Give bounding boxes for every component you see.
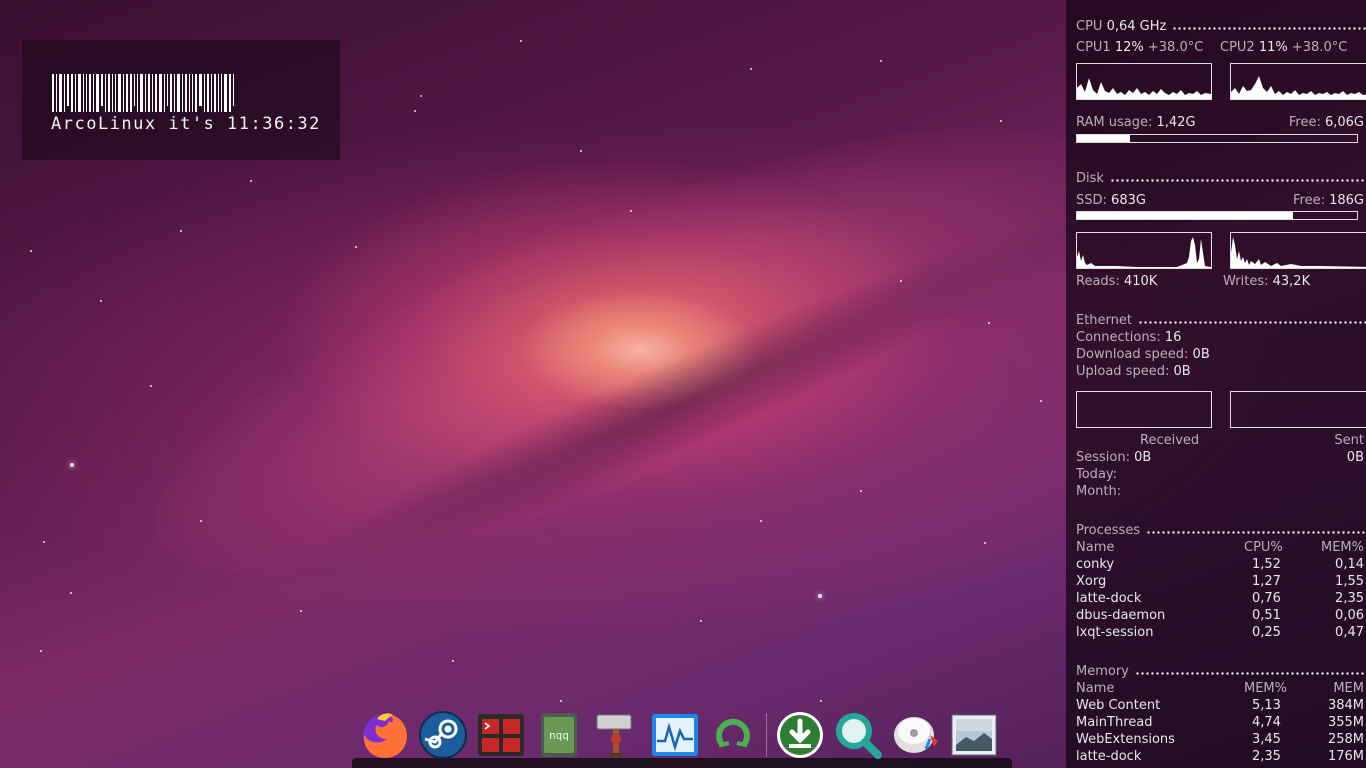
ssd-usage-bar: [1076, 211, 1358, 220]
memory-header: Name MEM% MEM: [1076, 681, 1364, 696]
process-cpu: 0,51: [1252, 608, 1281, 623]
cpu2-graph: [1230, 63, 1366, 100]
ssd-used: 683G: [1111, 193, 1146, 208]
memory-process-name: MainThread: [1076, 715, 1153, 730]
memory-amount: 355M: [1327, 715, 1364, 730]
cpu2-usage: 11%: [1258, 40, 1288, 55]
clock-text: ArcoLinux it's 11:36:32: [51, 114, 321, 134]
process-name: latte-dock: [1076, 591, 1142, 606]
processes-section-title: Processes: [1076, 523, 1366, 539]
session-row: Session: 0B 0B: [1076, 450, 1364, 465]
memory-row: Web Content 5,13 384M: [1076, 698, 1366, 714]
dock-separator: [766, 713, 767, 757]
today-row: Today:: [1076, 467, 1118, 482]
disk-read-graph: [1076, 232, 1212, 269]
memory-amount: 258M: [1327, 732, 1364, 747]
latte-dock: nqq: [356, 702, 1003, 768]
process-row: lxqt-session 0,25 0,47: [1076, 625, 1366, 641]
download-manager-icon[interactable]: [774, 709, 826, 761]
memory-row: MainThread 4,74 355M: [1076, 715, 1366, 731]
disk-writes: 43,2K: [1272, 274, 1311, 289]
ethernet-section-title: Ethernet: [1076, 313, 1366, 329]
memory-process-name: latte-dock: [1076, 749, 1142, 764]
memory-row: latte-dock 2,35 176M: [1076, 749, 1366, 765]
session-sent: 0B: [1346, 450, 1364, 465]
process-name: dbus-daemon: [1076, 608, 1166, 623]
processes-header: Name CPU% MEM%: [1076, 540, 1364, 555]
hammer-tool-icon[interactable]: [591, 709, 643, 761]
process-mem: 0,06: [1335, 608, 1364, 623]
disk-io-row: Reads: 410K Writes: 43,2K: [1076, 274, 1311, 289]
process-row: conky 1,52 0,14: [1076, 557, 1366, 573]
session-received: 0B: [1134, 450, 1152, 465]
process-name: lxqt-session: [1076, 625, 1154, 640]
terminal-manager-icon[interactable]: [475, 709, 527, 761]
process-name: conky: [1076, 557, 1115, 572]
process-row: dbus-daemon 0,51 0,06: [1076, 608, 1366, 624]
month-row: Month:: [1076, 484, 1122, 499]
memory-percent: 3,45: [1252, 732, 1281, 747]
download-speed: 0B: [1192, 347, 1210, 362]
process-mem: 1,55: [1335, 574, 1364, 589]
memory-percent: 4,74: [1252, 715, 1281, 730]
process-mem: 2,35: [1335, 591, 1364, 606]
process-cpu: 0,76: [1252, 591, 1281, 606]
connections-count: 16: [1164, 330, 1182, 345]
disk-write-graph: [1230, 232, 1366, 269]
cpu1-temp: +38.0°C: [1147, 40, 1204, 55]
memory-amount: 384M: [1327, 698, 1364, 713]
memory-amount: 176M: [1327, 749, 1364, 764]
cpu-section-title: CPU 0,64 GHz: [1076, 19, 1366, 35]
cpu1-usage: 12%: [1114, 40, 1144, 55]
memory-row: WebExtensions 3,45 258M: [1076, 732, 1366, 748]
search-app-icon[interactable]: [832, 709, 884, 761]
cpu-frequency: 0,64 GHz: [1106, 19, 1167, 34]
upload-speed-row: Upload speed: 0B: [1076, 364, 1191, 379]
ram-free: 6,06G: [1324, 115, 1364, 130]
process-cpu: 0,25: [1252, 625, 1281, 640]
ssd-free: 186G: [1329, 193, 1364, 208]
disk-reads: 410K: [1123, 274, 1158, 289]
memory-section-title: Memory: [1076, 664, 1366, 680]
notes-app-icon[interactable]: nqq: [533, 709, 585, 761]
process-cpu: 1,27: [1252, 574, 1281, 589]
process-row: Xorg 1,27 1,55: [1076, 574, 1366, 590]
memory-percent: 5,13: [1252, 698, 1281, 713]
upload-speed: 0B: [1173, 364, 1191, 379]
ram-usage-bar: [1076, 134, 1358, 143]
process-cpu: 1,52: [1252, 557, 1281, 572]
svg-text:nqq: nqq: [549, 729, 569, 742]
conky-system-monitor: CPU 0,64 GHz CPU1 12% +38.0°C CPU2 11% +…: [1066, 0, 1366, 768]
steam-icon[interactable]: [417, 709, 469, 761]
memory-process-name: Web Content: [1076, 698, 1161, 713]
firefox-icon[interactable]: [359, 709, 411, 761]
image-viewer-icon[interactable]: [948, 709, 1000, 761]
process-name: Xorg: [1076, 574, 1107, 589]
connections-row: Connections: 16: [1076, 330, 1182, 345]
cpu2-temp: +38.0°C: [1291, 40, 1348, 55]
ssd-row: SSD: 683G Free: 186G: [1076, 193, 1364, 208]
download-speed-row: Download speed: 0B: [1076, 347, 1210, 362]
clock-widget: ArcoLinux it's 11:36:32: [22, 40, 340, 160]
system-monitor-icon[interactable]: [649, 709, 701, 761]
process-mem: 0,14: [1335, 557, 1364, 572]
traffic-headers: Received Sent: [1140, 433, 1364, 448]
cpu-cores-row: CPU1 12% +38.0°C CPU2 11% +38.0°C: [1076, 40, 1348, 55]
process-mem: 0,47: [1335, 625, 1364, 640]
memory-percent: 2,35: [1252, 749, 1281, 764]
disk-utility-icon[interactable]: [890, 709, 942, 761]
disk-section-title: Disk: [1076, 171, 1366, 187]
ram-used: 1,42G: [1156, 115, 1196, 130]
process-row: latte-dock 0,76 2,35: [1076, 591, 1366, 607]
received-graph: [1076, 391, 1212, 428]
barcode-decoration: [52, 74, 234, 112]
cpu1-graph: [1076, 63, 1212, 100]
refresh-app-icon[interactable]: [707, 709, 759, 761]
memory-process-name: WebExtensions: [1076, 732, 1175, 747]
ram-row: RAM usage: 1,42G Free: 6,06G: [1076, 115, 1364, 130]
sent-graph: [1230, 391, 1366, 428]
